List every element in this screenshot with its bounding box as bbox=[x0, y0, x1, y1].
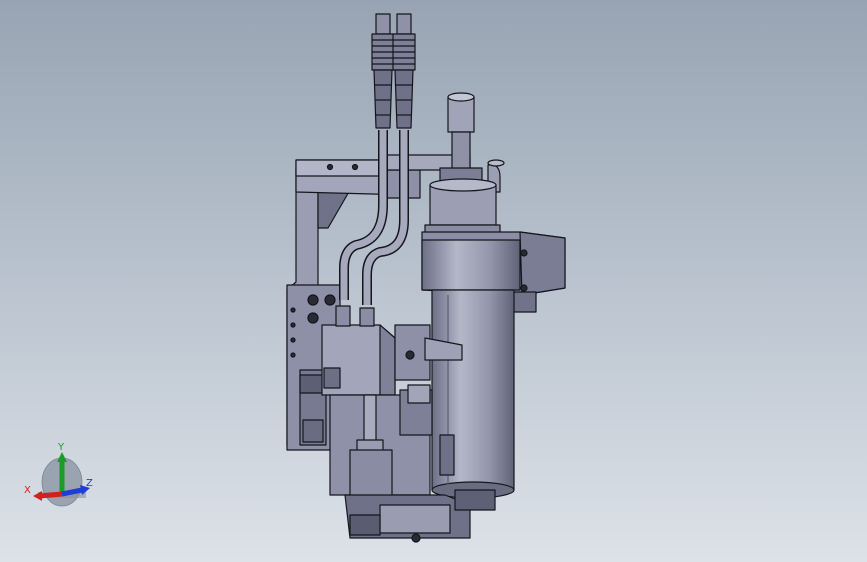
z-axis-label: Z bbox=[86, 478, 93, 489]
x-axis-label: X bbox=[24, 485, 31, 496]
x-axis-arrowhead bbox=[33, 491, 42, 501]
bottom-plate[interactable] bbox=[344, 489, 496, 543]
cad-assembly-model[interactable] bbox=[0, 0, 867, 562]
y-axis-label: Y bbox=[57, 442, 65, 453]
graphics-viewport[interactable]: Y X Z bbox=[0, 0, 867, 562]
top-post[interactable] bbox=[439, 92, 505, 193]
x-axis-arrow bbox=[39, 491, 63, 499]
connector-right[interactable] bbox=[392, 13, 416, 129]
y-axis-arrowhead bbox=[57, 452, 67, 462]
reference-triad[interactable]: Y X Z bbox=[20, 438, 100, 508]
connector-left[interactable] bbox=[371, 13, 395, 129]
